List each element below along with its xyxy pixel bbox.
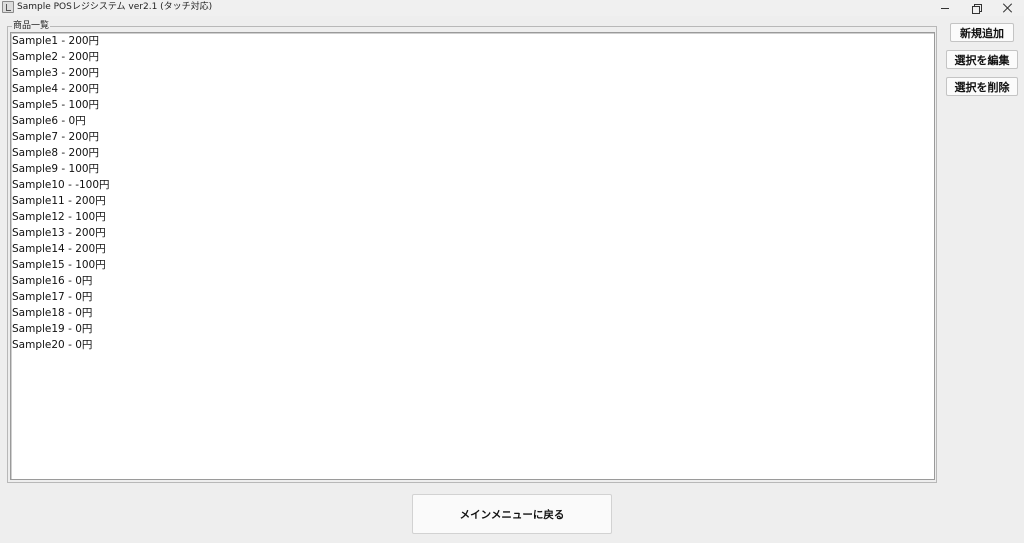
app-icon	[2, 1, 14, 13]
list-item[interactable]: Sample3 - 200円	[11, 65, 934, 81]
restore-icon	[972, 4, 982, 14]
close-icon	[1003, 3, 1013, 13]
delete-selected-button[interactable]: 選択を削除	[946, 77, 1018, 96]
list-item[interactable]: Sample15 - 100円	[11, 257, 934, 273]
list-item[interactable]: Sample1 - 200円	[11, 33, 934, 49]
list-item[interactable]: Sample5 - 100円	[11, 97, 934, 113]
edit-selected-button[interactable]: 選択を編集	[946, 50, 1018, 69]
list-item[interactable]: Sample13 - 200円	[11, 225, 934, 241]
list-item[interactable]: Sample17 - 0円	[11, 289, 934, 305]
list-item[interactable]: Sample4 - 200円	[11, 81, 934, 97]
list-item[interactable]: Sample6 - 0円	[11, 113, 934, 129]
add-product-button[interactable]: 新規追加	[950, 23, 1014, 42]
list-item[interactable]: Sample18 - 0円	[11, 305, 934, 321]
product-list-group-label: 商品一覧	[12, 20, 51, 32]
list-item[interactable]: Sample16 - 0円	[11, 273, 934, 289]
back-to-main-menu-button[interactable]: メインメニューに戻る	[412, 494, 612, 534]
title-bar[interactable]: Sample POSレジシステム ver2.1 (タッチ対応)	[0, 0, 1024, 16]
list-item[interactable]: Sample8 - 200円	[11, 145, 934, 161]
list-item[interactable]: Sample12 - 100円	[11, 209, 934, 225]
product-list[interactable]: Sample1 - 200円 Sample2 - 200円 Sample3 - …	[10, 32, 935, 480]
list-item[interactable]: Sample2 - 200円	[11, 49, 934, 65]
list-item[interactable]: Sample9 - 100円	[11, 161, 934, 177]
window-title: Sample POSレジシステム ver2.1 (タッチ対応)	[17, 2, 213, 12]
list-item[interactable]: Sample20 - 0円	[11, 337, 934, 353]
app-window: Sample POSレジシステム ver2.1 (タッチ対応) 商品一覧 Sam…	[0, 0, 1024, 543]
list-item[interactable]: Sample19 - 0円	[11, 321, 934, 337]
list-item[interactable]: Sample7 - 200円	[11, 129, 934, 145]
minimize-button[interactable]	[930, 0, 960, 16]
minimize-icon	[941, 7, 949, 9]
list-item[interactable]: Sample14 - 200円	[11, 241, 934, 257]
restore-button[interactable]	[961, 0, 991, 16]
list-item[interactable]: Sample10 - -100円	[11, 177, 934, 193]
close-button[interactable]	[993, 0, 1023, 16]
list-item[interactable]: Sample11 - 200円	[11, 193, 934, 209]
